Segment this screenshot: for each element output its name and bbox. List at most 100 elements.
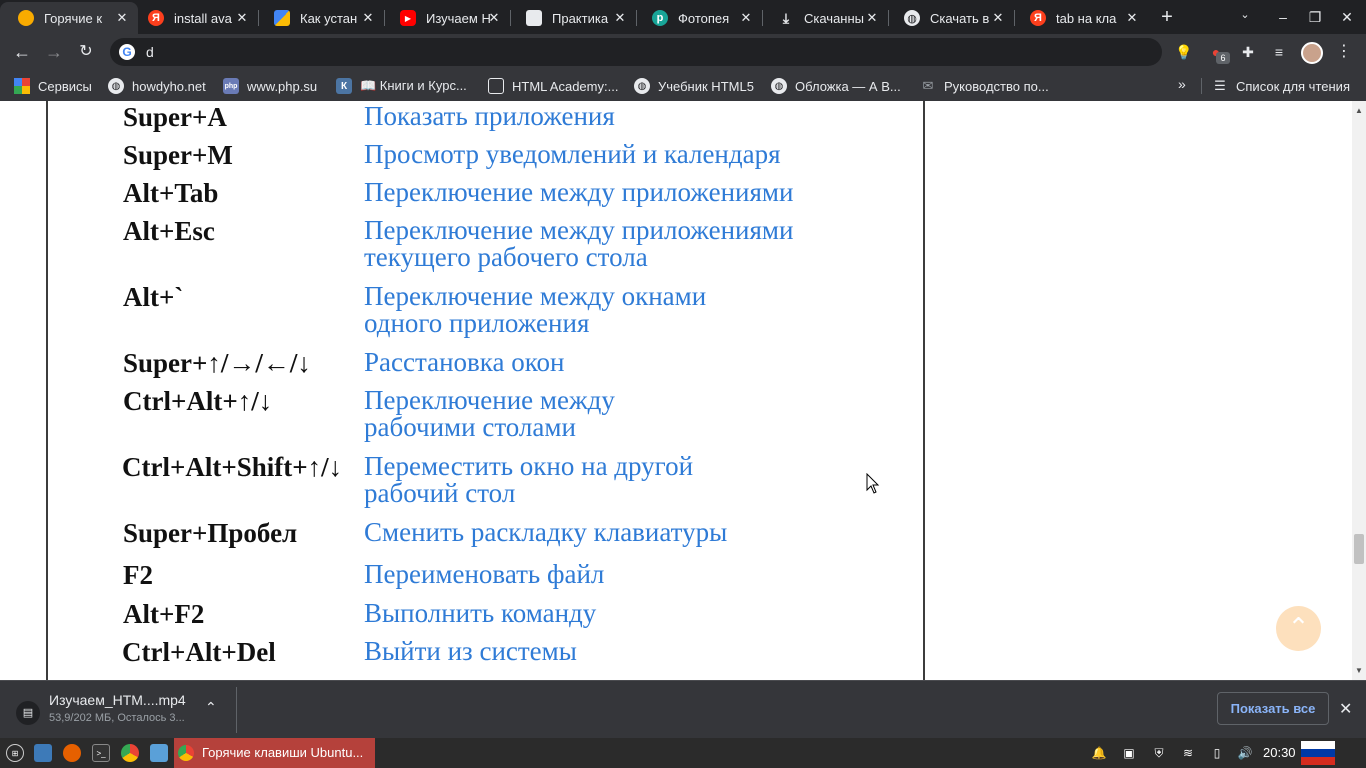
show-all-downloads-button[interactable]: Показать все bbox=[1217, 692, 1329, 725]
globe-icon: ◍ bbox=[634, 78, 650, 94]
tab-1[interactable]: Горячие к ✕ bbox=[0, 2, 138, 34]
apps-grid-icon bbox=[14, 78, 30, 94]
more-bookmarks-icon[interactable]: » bbox=[1178, 76, 1186, 92]
bulb-icon bbox=[18, 10, 34, 26]
notification-bell-icon[interactable]: 🔔 bbox=[1090, 744, 1108, 762]
reading-list-button[interactable]: ☰ Список для чтения bbox=[1212, 77, 1350, 95]
file-manager-icon[interactable] bbox=[150, 744, 168, 762]
download-status: 53,9/202 МБ, Осталось 3... bbox=[49, 712, 185, 724]
bookmark-html5-tutorial[interactable]: ◍ Учебник HTML5 bbox=[634, 77, 754, 95]
page-viewport: Super+A Показать приложения Super+M Прос… bbox=[0, 101, 1352, 680]
reading-list-label: Список для чтения bbox=[1236, 78, 1350, 94]
tab-strip: Горячие к ✕ Я install ava ✕ Как устан ✕ … bbox=[0, 0, 1366, 34]
bookmark-books[interactable]: К 📖 Книги и Курс... bbox=[336, 77, 467, 95]
bookmark-html-academy[interactable]: HTML Academy:... bbox=[488, 77, 618, 95]
bookmark-howdyho[interactable]: ◍ howdyho.net bbox=[108, 77, 206, 95]
active-window-title: Горячие клавиши Ubuntu... bbox=[202, 745, 364, 760]
scroll-up-icon[interactable]: ▲ bbox=[1355, 106, 1363, 115]
shortcut-desc: Сменить раскладку клавиатуры bbox=[364, 517, 728, 547]
extension-badge: 6 bbox=[1216, 52, 1230, 64]
browser-toolbar: ← → ↻ G d 💡 ● ✚ ≡ bbox=[0, 34, 1366, 70]
download-shelf: ▤ Изучаем_HTM....mp4 53,9/202 МБ, Остало… bbox=[0, 680, 1366, 738]
shield-icon[interactable]: ⛨ bbox=[1150, 744, 1168, 762]
grid-icon bbox=[274, 10, 290, 26]
tab-7[interactable]: ⤓ Скачанны ✕ bbox=[760, 2, 888, 34]
terminal-icon[interactable]: >_ bbox=[92, 744, 110, 762]
shortcut-desc: Выполнить команду bbox=[364, 598, 597, 628]
russian-flag-icon[interactable] bbox=[1301, 741, 1335, 765]
table-border-right bbox=[923, 101, 925, 680]
shortcut-desc: Переключение между рабочими столами bbox=[364, 385, 615, 442]
shortcut-key: F2 bbox=[123, 560, 153, 590]
bookmark-phpsu[interactable]: php www.php.su bbox=[223, 77, 317, 95]
taskbar-active-window[interactable]: Горячие клавиши Ubuntu... bbox=[174, 738, 375, 768]
show-desktop-icon[interactable] bbox=[34, 744, 52, 762]
new-tab-button[interactable]: + bbox=[1156, 6, 1178, 28]
wifi-icon[interactable]: ≋ bbox=[1179, 744, 1197, 762]
bookmark-label: howdyho.net bbox=[132, 78, 206, 94]
close-icon[interactable]: ✕ bbox=[114, 10, 130, 26]
address-bar[interactable]: G d bbox=[110, 38, 1162, 66]
chrome-icon bbox=[178, 745, 194, 761]
close-icon[interactable]: ✕ bbox=[990, 10, 1006, 26]
reload-button[interactable]: ↻ bbox=[74, 40, 98, 64]
tab-4[interactable]: ▶ Изучаем H ✕ bbox=[382, 2, 510, 34]
tab-2[interactable]: Я install ava ✕ bbox=[130, 2, 258, 34]
tab-8[interactable]: ◍ Скачать в ✕ bbox=[886, 2, 1014, 34]
tab-search-icon[interactable]: ⌄ bbox=[1236, 8, 1254, 26]
shortcut-key: Super+Пробел bbox=[123, 518, 298, 548]
chevron-up-icon[interactable]: ⌃ bbox=[205, 699, 217, 716]
close-icon[interactable]: ✕ bbox=[360, 10, 376, 26]
lightbulb-extension-icon[interactable]: 💡 bbox=[1175, 43, 1193, 61]
apps-menu-icon[interactable]: ⊞ bbox=[6, 744, 24, 762]
close-icon[interactable]: ✕ bbox=[1339, 699, 1352, 719]
close-icon[interactable]: ✕ bbox=[486, 10, 502, 26]
bookmark-guide[interactable]: ✉ Руководство по... bbox=[920, 77, 1049, 95]
globe-icon: ◍ bbox=[771, 78, 787, 94]
close-icon[interactable]: ✕ bbox=[234, 10, 250, 26]
shortcut-key: Ctrl+Alt+Shift+↑/↓ bbox=[122, 452, 343, 482]
download-filename[interactable]: Изучаем_HTM....mp4 bbox=[49, 692, 186, 708]
menu-kebab-icon[interactable]: ⋮ bbox=[1336, 42, 1352, 62]
slides-icon bbox=[526, 10, 542, 26]
bookmark-cover[interactable]: ◍ Обложка — А В... bbox=[771, 77, 901, 95]
scrollbar[interactable] bbox=[1352, 101, 1366, 680]
extensions-puzzle-icon[interactable]: ✚ bbox=[1239, 43, 1257, 61]
shortcut-desc: Просмотр уведомлений и календаря bbox=[364, 139, 781, 169]
battery-icon[interactable]: ▯ bbox=[1208, 744, 1226, 762]
google-icon: G bbox=[119, 44, 135, 60]
clipboard-icon[interactable]: ▣ bbox=[1120, 744, 1138, 762]
forward-button[interactable]: → bbox=[42, 40, 66, 64]
tab-9[interactable]: Я tab на кла ✕ bbox=[1012, 2, 1148, 34]
php-icon: php bbox=[223, 78, 239, 94]
address-input[interactable]: d bbox=[146, 44, 154, 60]
close-icon[interactable]: ✕ bbox=[864, 10, 880, 26]
firefox-icon[interactable] bbox=[63, 744, 81, 762]
chrome-icon[interactable] bbox=[121, 744, 139, 762]
maximize-button[interactable]: ❐ bbox=[1304, 6, 1326, 28]
bookmark-label: Сервисы bbox=[38, 78, 92, 94]
bookmark-label: Руководство по... bbox=[944, 78, 1049, 94]
shortcut-desc: Расстановка окон bbox=[364, 347, 565, 377]
volume-icon[interactable]: 🔊 bbox=[1236, 744, 1254, 762]
close-icon[interactable]: ✕ bbox=[738, 10, 754, 26]
minimize-button[interactable]: – bbox=[1272, 6, 1294, 28]
shortcut-key: Ctrl+Alt+Del bbox=[122, 637, 276, 667]
scrollbar-thumb[interactable] bbox=[1354, 534, 1364, 564]
tab-6[interactable]: p Фотопея ✕ bbox=[634, 2, 762, 34]
clock[interactable]: 20:30 bbox=[1263, 745, 1296, 760]
tab-3[interactable]: Как устан ✕ bbox=[256, 2, 384, 34]
scroll-to-top-button[interactable]: ⌃ bbox=[1276, 606, 1321, 651]
window-close-button[interactable]: ✕ bbox=[1336, 6, 1358, 28]
media-control-icon[interactable]: ≡ bbox=[1270, 43, 1288, 61]
tab-5[interactable]: Практика ✕ bbox=[508, 2, 636, 34]
scroll-down-icon[interactable]: ▼ bbox=[1355, 666, 1363, 675]
close-icon[interactable]: ✕ bbox=[612, 10, 628, 26]
close-icon[interactable]: ✕ bbox=[1124, 10, 1140, 26]
bookmark-services[interactable]: Сервисы bbox=[14, 77, 92, 95]
back-button[interactable]: ← bbox=[10, 40, 34, 64]
shortcut-desc: Переместить окно на другой рабочий стол bbox=[364, 451, 694, 508]
file-icon: ▤ bbox=[16, 701, 40, 725]
shortcut-desc: Переключение между приложениями текущего … bbox=[364, 215, 794, 272]
profile-avatar[interactable] bbox=[1301, 42, 1323, 64]
